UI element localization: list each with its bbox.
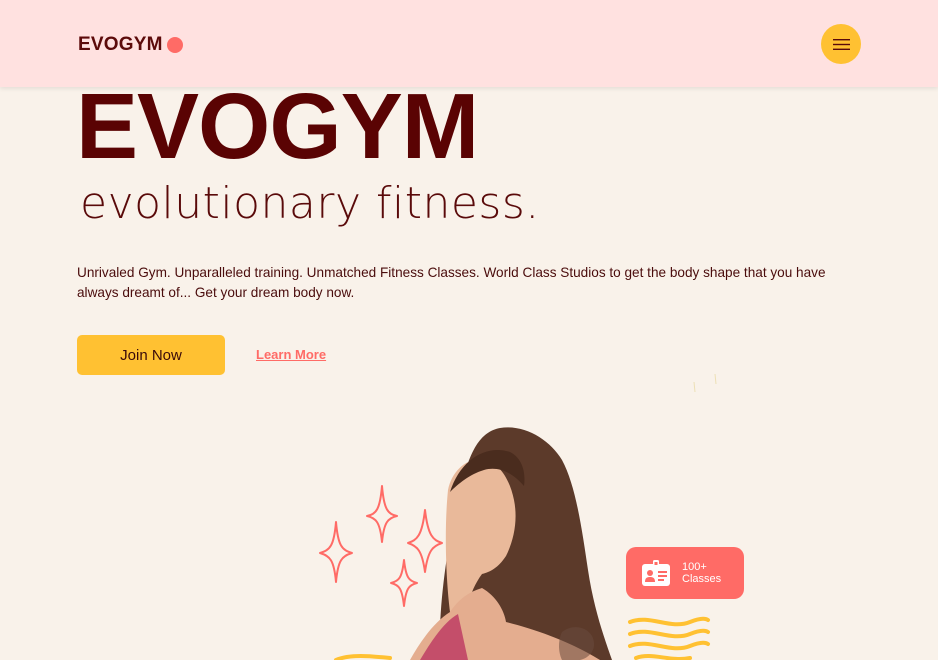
hero-illustration	[319, 373, 717, 660]
classes-badge: 100+ Classes	[626, 547, 744, 599]
hero-image	[300, 360, 760, 660]
hero-description: Unrivaled Gym. Unparalleled training. Un…	[77, 265, 826, 300]
sparkle-faint-icon	[693, 373, 717, 393]
site-logo[interactable]: EVOGYM	[78, 34, 183, 56]
hero-subtitle: evolutionary fitness.	[80, 178, 540, 229]
top-navbar: EVOGYM	[0, 0, 938, 87]
logo-text: EVOGYM	[78, 34, 163, 55]
id-card-icon	[642, 560, 670, 586]
logo-dot-icon	[166, 37, 183, 53]
badge-count: 100+	[682, 561, 707, 573]
badge-label: Classes	[682, 573, 722, 585]
hero-title: EVOGYM	[76, 74, 479, 178]
menu-button[interactable]	[821, 24, 861, 64]
hamburger-menu-icon	[832, 38, 850, 50]
sparkle-icon	[319, 485, 443, 607]
badge-text: 100+ Classes	[682, 561, 721, 585]
join-now-button[interactable]: Join Now	[77, 335, 225, 375]
